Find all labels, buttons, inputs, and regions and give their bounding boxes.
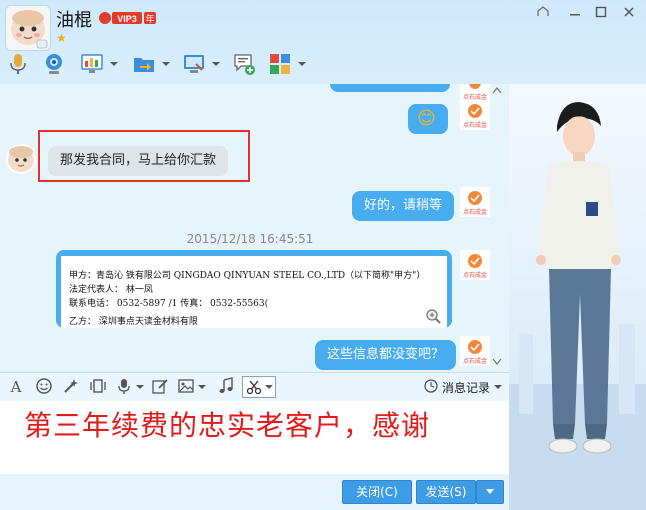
new-discussion-icon[interactable] xyxy=(232,52,256,76)
chevron-down-icon[interactable] xyxy=(212,62,220,66)
svg-text:点石成金: 点石成金 xyxy=(463,208,487,216)
chevron-down-icon[interactable] xyxy=(198,385,206,389)
zoom-in-icon[interactable] xyxy=(425,308,441,324)
qq-show-character-icon xyxy=(509,102,646,510)
chevron-down-icon xyxy=(265,385,273,389)
scissors-icon xyxy=(246,380,262,395)
my-avatar[interactable]: 点石成金 xyxy=(460,250,490,280)
send-button[interactable]: 发送(S) xyxy=(416,480,476,504)
contact-avatar[interactable] xyxy=(5,5,51,51)
my-avatar[interactable]: 点石成金 xyxy=(460,100,490,130)
video-call-icon[interactable] xyxy=(42,52,66,76)
highlight-annotation xyxy=(38,130,250,182)
scroll-up-icon[interactable] xyxy=(492,86,502,96)
contract-line-party-b: 乙方： 深圳事点天读金材料有限 xyxy=(69,317,198,327)
my-avatar[interactable]: 点石成金 xyxy=(460,187,490,217)
chevron-down-icon[interactable] xyxy=(110,62,118,66)
send-options-button[interactable] xyxy=(476,480,504,504)
vip-year-text: 年 xyxy=(145,13,154,25)
smile-emoji-icon: 😊 xyxy=(417,108,436,129)
close-icon[interactable] xyxy=(620,6,638,22)
svg-text:点石成金: 点石成金 xyxy=(463,357,487,365)
chevron-down-icon[interactable] xyxy=(298,62,306,66)
message-bubble-emoji[interactable]: 😊 xyxy=(408,104,448,134)
contract-line-representative: 法定代表人： 林一凤 xyxy=(69,285,153,295)
vip-badge-icon[interactable]: VIP3 年 xyxy=(98,11,156,25)
emoji-icon[interactable] xyxy=(34,377,54,397)
voice-call-icon[interactable] xyxy=(6,52,30,76)
remote-assist-icon[interactable] xyxy=(80,52,104,76)
message-timestamp: 2015/12/18 16:45:51 xyxy=(186,232,314,246)
edit-note-icon[interactable] xyxy=(150,377,170,397)
chat-history[interactable]: 点石成金 😊 点石成金 那发我合同，马上给你汇款 好的，请稍等 点石成金 201… xyxy=(0,84,509,372)
qq-chat-window: 油棍 VIP3 年 ★ 点石成金 😊 点石成金 那发我合同，马上给你汇款 好的，… xyxy=(0,0,646,510)
promo-caption: 第三年续费的忠实老客户，感谢 xyxy=(24,409,431,442)
apps-grid-icon[interactable] xyxy=(268,52,292,76)
file-transfer-icon[interactable] xyxy=(132,52,156,76)
image-icon[interactable] xyxy=(176,377,196,397)
chevron-down-icon[interactable] xyxy=(136,385,144,389)
my-avatar[interactable]: 点石成金 xyxy=(460,336,490,366)
clock-icon[interactable] xyxy=(424,379,438,393)
partial-message-bubble xyxy=(330,84,450,92)
contact-name: 油棍 xyxy=(56,10,92,31)
scroll-down-icon[interactable] xyxy=(492,358,502,368)
music-icon[interactable] xyxy=(216,377,236,397)
contract-line-phone: 联系电话： 0532-5897 /1 传真： 0532-55563( xyxy=(69,299,269,309)
vip-level-text: VIP3 xyxy=(117,14,137,24)
font-icon[interactable]: A xyxy=(6,377,26,397)
contract-image-bubble[interactable]: 甲方：青岛沁 铁有限公司 QINGDAO QINYUAN STEEL CO.,L… xyxy=(56,250,452,328)
star-icon[interactable]: ★ xyxy=(56,31,67,45)
svg-text:点石成金: 点石成金 xyxy=(463,271,487,279)
input-toolbar: A 消息记录 xyxy=(0,372,509,401)
message-bubble-mine[interactable]: 好的，请稍等 xyxy=(352,191,455,221)
screenshot-button[interactable] xyxy=(242,376,276,398)
voice-message-icon[interactable] xyxy=(114,377,134,397)
svg-text:点石成金: 点石成金 xyxy=(463,121,487,129)
message-history-link[interactable]: 消息记录 xyxy=(442,379,490,396)
close-button[interactable]: 关闭(C) xyxy=(342,480,412,504)
chevron-down-icon xyxy=(486,489,494,494)
contract-image[interactable]: 甲方：青岛沁 铁有限公司 QINGDAO QINYUAN STEEL CO.,L… xyxy=(61,256,447,328)
shake-window-icon[interactable] xyxy=(88,377,108,397)
chevron-down-icon[interactable] xyxy=(162,62,170,66)
minimize-icon[interactable] xyxy=(566,6,584,22)
contact-avatar-small[interactable] xyxy=(6,144,36,174)
contract-line-party-a: 甲方：青岛沁 铁有限公司 QINGDAO QINYUAN STEEL CO.,L… xyxy=(69,271,426,281)
magic-wand-icon[interactable] xyxy=(60,377,80,397)
skin-icon[interactable] xyxy=(534,6,552,22)
message-bubble-mine[interactable]: 这些信息都没变吧？ xyxy=(315,340,457,370)
avatar-show-panel[interactable] xyxy=(509,84,646,510)
chevron-down-icon[interactable] xyxy=(494,385,502,389)
maximize-icon[interactable] xyxy=(592,6,610,22)
screen-share-icon[interactable] xyxy=(182,52,206,76)
